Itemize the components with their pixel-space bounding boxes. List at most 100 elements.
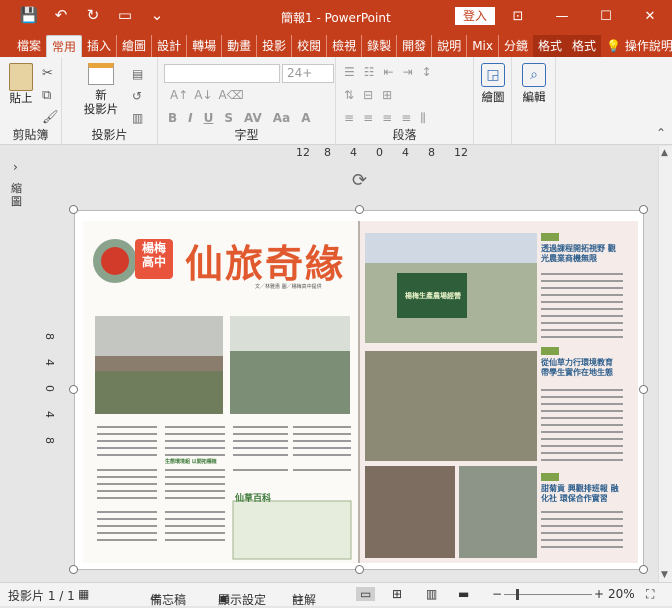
slideshow-view-icon[interactable]: ▬ bbox=[458, 587, 469, 601]
align-right-icon[interactable]: ≡ bbox=[382, 111, 392, 126]
customize-qat-icon[interactable]: ⌄ bbox=[146, 6, 168, 24]
scroll-down-icon[interactable]: ▼ bbox=[661, 570, 668, 580]
undo-icon[interactable]: ↶ bbox=[50, 6, 72, 24]
decrease-indent-icon[interactable]: ⇤ bbox=[384, 65, 394, 79]
tab-review[interactable]: 校閱 bbox=[291, 35, 326, 57]
resize-handle[interactable] bbox=[69, 385, 78, 394]
char-spacing-icon[interactable]: AV bbox=[244, 111, 262, 125]
change-case-icon[interactable]: Aa bbox=[273, 111, 290, 125]
bold-icon[interactable]: B bbox=[168, 111, 177, 125]
thumbnails-label[interactable]: 縮圖 bbox=[11, 182, 23, 208]
vruler-tick: 4 bbox=[43, 411, 56, 418]
reading-view-icon[interactable]: ▥ bbox=[426, 587, 437, 601]
tab-view[interactable]: 檢視 bbox=[326, 35, 361, 57]
tab-developer[interactable]: 開發 bbox=[396, 35, 431, 57]
numbering-icon[interactable]: ☷ bbox=[364, 65, 375, 79]
ribbon-display-options-icon[interactable]: ⊡ bbox=[496, 0, 540, 33]
new-slide-button[interactable]: 新 投影片 bbox=[76, 63, 126, 116]
font-color-icon[interactable]: A bbox=[301, 111, 310, 125]
zoom-level[interactable]: 20% bbox=[608, 587, 635, 601]
tab-mix[interactable]: Mix bbox=[466, 35, 498, 57]
tab-record[interactable]: 錄製 bbox=[361, 35, 396, 57]
resize-handle[interactable] bbox=[69, 565, 78, 574]
resize-handle[interactable] bbox=[69, 205, 78, 214]
paragraph-group-label: 段落 bbox=[392, 128, 417, 142]
maximize-button[interactable]: ☐ bbox=[584, 0, 628, 33]
expand-thumbnails-icon[interactable]: › bbox=[13, 160, 18, 174]
copy-icon[interactable]: ⧉ bbox=[42, 85, 59, 107]
collapse-ribbon-icon[interactable]: ⌃ bbox=[656, 126, 666, 140]
tab-format-2[interactable]: 格式 bbox=[567, 35, 602, 57]
justify-icon[interactable]: ≡ bbox=[401, 111, 411, 126]
font-size-input[interactable]: 24+ bbox=[282, 64, 334, 83]
tab-format-1[interactable]: 格式 bbox=[533, 35, 568, 57]
sign-in-button[interactable]: 登入 bbox=[455, 7, 495, 25]
line-spacing-icon[interactable]: ↕ bbox=[422, 65, 432, 79]
strikethrough-icon[interactable]: S bbox=[224, 111, 233, 125]
clear-format-icon[interactable]: A⌫ bbox=[219, 88, 244, 102]
layout-icon[interactable]: ▤ bbox=[132, 63, 143, 85]
tab-design[interactable]: 設計 bbox=[151, 35, 186, 57]
resize-handle[interactable] bbox=[639, 205, 648, 214]
font-name-input[interactable] bbox=[164, 64, 280, 83]
tab-insert[interactable]: 插入 bbox=[82, 35, 116, 57]
align-left-icon[interactable]: ≡ bbox=[344, 111, 354, 126]
drawing-button[interactable]: ◲ 繪圖 bbox=[478, 63, 508, 104]
tab-animations[interactable]: 動畫 bbox=[221, 35, 256, 57]
right-heading-2: 從仙草力行環境教育 帶學生實作在地生態 bbox=[541, 358, 613, 377]
increase-font-icon[interactable]: A↑ bbox=[170, 88, 188, 102]
italic-icon[interactable]: I bbox=[188, 111, 192, 125]
normal-view-icon[interactable]: ▭ bbox=[356, 587, 376, 601]
ruler-tick: 8 bbox=[324, 146, 331, 159]
title-bar: 💾 ↶ ↻ ▭ ⌄ 簡報1 - PowerPoint 登入 ⊡ — ☐ ✕ bbox=[0, 0, 672, 33]
tab-transitions[interactable]: 轉場 bbox=[186, 35, 221, 57]
resize-handle[interactable] bbox=[639, 565, 648, 574]
editing-button[interactable]: ⌕ 編輯 bbox=[518, 63, 550, 104]
resize-handle[interactable] bbox=[355, 565, 364, 574]
tab-storyboard[interactable]: 分鏡 bbox=[498, 35, 533, 57]
tab-home[interactable]: 常用 bbox=[46, 35, 83, 57]
minimize-button[interactable]: — bbox=[540, 0, 584, 33]
photo-banner: 楊梅生產農場經營 bbox=[405, 292, 461, 300]
increase-indent-icon[interactable]: ⇥ bbox=[403, 65, 413, 79]
reset-icon[interactable]: ↺ bbox=[132, 85, 143, 107]
redo-icon[interactable]: ↻ bbox=[82, 6, 104, 24]
tab-slideshow[interactable]: 投影 bbox=[256, 35, 291, 57]
paste-button[interactable]: 貼上 bbox=[6, 63, 36, 105]
right-heading-1: 透過課程開拓視野 觀光農業商機無限 bbox=[541, 244, 616, 263]
align-center-icon[interactable]: ≡ bbox=[363, 111, 373, 126]
decrease-font-icon[interactable]: A↓ bbox=[194, 88, 212, 102]
resize-handle[interactable] bbox=[355, 205, 364, 214]
tab-help[interactable]: 說明 bbox=[431, 35, 466, 57]
underline-icon[interactable]: U bbox=[204, 111, 214, 125]
display-label: 顯示設定 bbox=[218, 593, 267, 607]
smartart-icon[interactable]: ⊞ bbox=[382, 88, 392, 102]
align-text-icon[interactable]: ⊟ bbox=[363, 88, 373, 102]
text-direction-icon[interactable]: ⇅ bbox=[344, 88, 354, 102]
bullets-icon[interactable]: ☰ bbox=[344, 65, 355, 79]
vertical-scrollbar[interactable]: ▲ ▼ bbox=[658, 146, 672, 582]
slide-sorter-icon[interactable]: ⊞ bbox=[392, 587, 402, 601]
tell-me-search[interactable]: 💡 操作說明 bbox=[601, 35, 672, 57]
clipboard-group: 貼上 ✂ ⧉ 🖌 剪貼簿 bbox=[0, 57, 62, 145]
zoom-slider-thumb[interactable] bbox=[516, 589, 519, 600]
close-button[interactable]: ✕ bbox=[628, 0, 672, 33]
start-slideshow-icon[interactable]: ▭ bbox=[114, 6, 136, 24]
rotate-handle-icon[interactable]: ⟳ bbox=[352, 170, 367, 191]
article-title: 仙旅奇緣 bbox=[185, 241, 346, 286]
tab-file[interactable]: 檔案 bbox=[12, 35, 46, 57]
fit-slide-icon[interactable]: ⛶ bbox=[646, 587, 654, 602]
zoom-out-icon[interactable]: − bbox=[492, 587, 502, 601]
columns-icon[interactable]: ⫼ bbox=[420, 111, 426, 126]
window-title: 簡報1 - PowerPoint bbox=[281, 11, 391, 25]
scroll-up-icon[interactable]: ▲ bbox=[661, 148, 668, 158]
drawing-group: ◲ 繪圖 bbox=[474, 57, 512, 145]
zoom-in-icon[interactable]: + bbox=[594, 587, 604, 601]
editing-label: 編輯 bbox=[522, 90, 546, 104]
slide[interactable]: 楊梅高中 仙旅奇緣 文／林雅惠 圖／楊梅高中提供 生態環境組 以開拓種植 仙草百… bbox=[74, 210, 644, 570]
accessibility-icon[interactable]: ▦ bbox=[78, 587, 89, 601]
tab-draw[interactable]: 繪圖 bbox=[116, 35, 151, 57]
resize-handle[interactable] bbox=[639, 385, 648, 394]
save-icon[interactable]: 💾 bbox=[18, 6, 40, 24]
cut-icon[interactable]: ✂ bbox=[42, 63, 59, 85]
